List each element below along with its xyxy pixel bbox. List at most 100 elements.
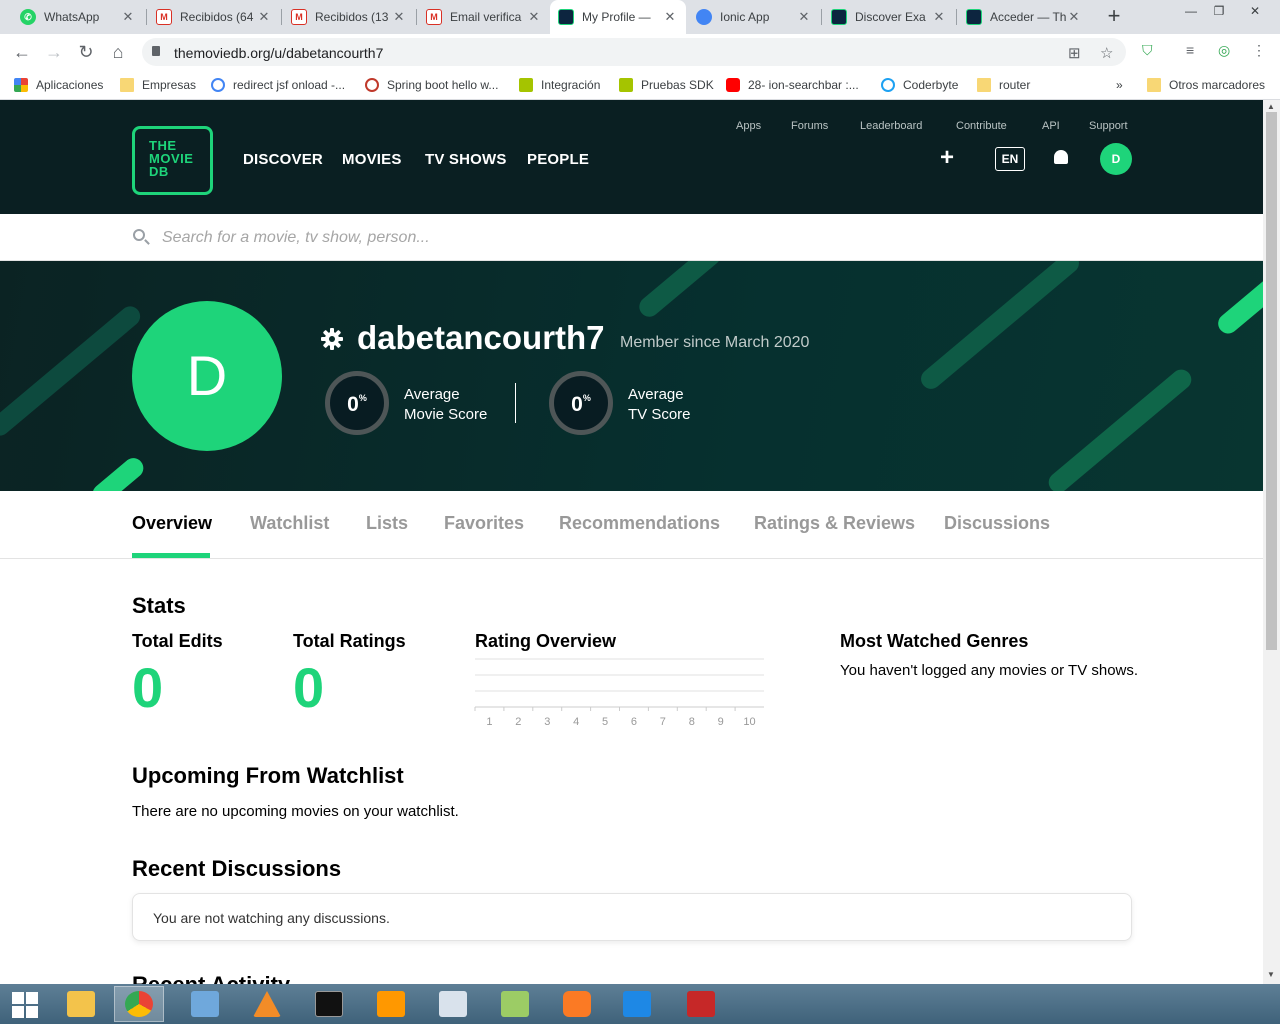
upcoming-heading: Upcoming From Watchlist	[132, 763, 404, 788]
sublime-text-icon[interactable]	[366, 986, 416, 1022]
browser-tab[interactable]: M Email verifica ✕	[418, 0, 550, 34]
bookmark-item[interactable]: Spring boot hello w...	[365, 76, 498, 94]
reload-icon[interactable]: ↻	[74, 40, 98, 64]
bookmark-label: Spring boot hello w...	[387, 78, 499, 92]
browser-tab[interactable]: M Recibidos (64 ✕	[148, 0, 280, 34]
tab-discussions[interactable]: Discussions	[944, 513, 1050, 534]
close-tab-icon[interactable]: ✕	[391, 9, 407, 25]
subnav-forums[interactable]: Forums	[791, 120, 828, 132]
tab-watchlist[interactable]: Watchlist	[250, 513, 329, 534]
bookmarks-overflow-button[interactable]: »	[1116, 76, 1123, 94]
shield-extension-icon[interactable]: ⛉	[1142, 42, 1153, 59]
control-panel-icon[interactable]	[180, 986, 230, 1022]
subnav-support[interactable]: Support	[1089, 120, 1128, 132]
minimize-icon[interactable]: —	[1176, 0, 1206, 28]
search-input[interactable]	[162, 227, 1062, 249]
bookmark-item[interactable]: Pruebas SDK	[619, 76, 714, 94]
subnav-api[interactable]: API	[1042, 120, 1060, 132]
browser-tab[interactable]: M Recibidos (13 ✕	[283, 0, 415, 34]
total-ratings-label: Total Ratings	[293, 631, 406, 651]
other-bookmarks[interactable]: Otros marcadores	[1147, 76, 1265, 94]
new-tab-icon[interactable]: +	[1102, 5, 1126, 29]
close-tab-icon[interactable]: ✕	[662, 9, 678, 25]
translate-icon[interactable]: ⊞	[1068, 44, 1081, 62]
browser-tab[interactable]: Discover Exa ✕	[823, 0, 955, 34]
discussions-heading: Recent Discussions	[132, 856, 342, 881]
bookmark-apps[interactable]: Aplicaciones	[14, 76, 103, 94]
page-scrollbar[interactable]: ▲ ▼	[1263, 100, 1280, 984]
bell-icon[interactable]	[1054, 150, 1068, 164]
search-icon	[133, 229, 145, 241]
udemy-icon	[619, 78, 633, 92]
url-text: themoviedb.org/u/dabetancourth7	[174, 45, 384, 61]
close-tab-icon[interactable]: ✕	[120, 9, 136, 25]
scroll-down-icon[interactable]: ▼	[1267, 970, 1275, 979]
close-tab-icon[interactable]: ✕	[526, 9, 542, 25]
bookmark-item[interactable]: Empresas	[120, 76, 196, 94]
language-button[interactable]: EN	[995, 147, 1025, 171]
subnav-apps[interactable]: Apps	[736, 120, 761, 132]
installer-icon[interactable]	[428, 986, 478, 1022]
close-window-icon[interactable]: ✕	[1240, 0, 1270, 28]
xampp-icon[interactable]	[552, 986, 602, 1022]
site-header: THE MOVIE DB DISCOVER MOVIES TV SHOWS PE…	[0, 100, 1263, 214]
tab-overview[interactable]: Overview	[132, 513, 212, 534]
user-avatar[interactable]: D	[1100, 143, 1132, 175]
total-edits-value: 0	[132, 656, 164, 719]
folder-icon	[1147, 78, 1161, 92]
folder-icon	[977, 78, 991, 92]
restore-icon[interactable]: ❐	[1204, 0, 1234, 28]
star-bookmark-icon[interactable]: ☆	[1100, 44, 1113, 62]
bookmark-site-icon	[365, 78, 379, 92]
vlc-icon[interactable]	[242, 986, 292, 1022]
bookmark-item[interactable]: Coderbyte	[881, 76, 958, 94]
back-arrow-icon[interactable]: ←	[10, 40, 34, 64]
subnav-contribute[interactable]: Contribute	[956, 120, 1007, 132]
tab-favorites[interactable]: Favorites	[444, 513, 524, 534]
browser-tab[interactable]: Ionic App ✕	[688, 0, 820, 34]
nav-tv-shows[interactable]: TV SHOWS	[425, 151, 507, 168]
home-icon[interactable]: ⌂	[106, 40, 130, 64]
scrollbar-thumb[interactable]	[1266, 112, 1277, 650]
tab-title: Email verifica	[450, 10, 522, 24]
notepadpp-icon[interactable]	[490, 986, 540, 1022]
bookmark-item[interactable]: router	[977, 76, 1030, 94]
tv-score-value: 0	[571, 393, 583, 416]
scroll-up-icon[interactable]: ▲	[1267, 102, 1275, 111]
media-controls-icon[interactable]: ≡	[1186, 42, 1194, 58]
tv-score-ring: 0%	[549, 371, 613, 435]
bookmark-item[interactable]: 28- ion-searchbar :...	[726, 76, 859, 94]
add-icon[interactable]: +	[940, 144, 954, 172]
close-tab-icon[interactable]: ✕	[931, 9, 947, 25]
tab-lists[interactable]: Lists	[366, 513, 408, 534]
bookmark-item[interactable]: Integración	[519, 76, 600, 94]
close-tab-icon[interactable]: ✕	[796, 9, 812, 25]
browser-tab[interactable]: ✆ WhatsApp ✕	[12, 0, 144, 34]
browser-tab-active[interactable]: My Profile — ✕	[550, 0, 686, 34]
tab-recommendations[interactable]: Recommendations	[559, 513, 720, 534]
menu-kebab-icon[interactable]: ⋮	[1252, 42, 1266, 59]
terminal-icon[interactable]	[304, 986, 354, 1022]
gear-icon[interactable]	[320, 327, 344, 351]
extension-icon[interactable]: ◎	[1218, 42, 1230, 59]
vscode-icon[interactable]	[612, 986, 662, 1022]
close-tab-icon[interactable]: ✕	[256, 9, 272, 25]
bookmark-item[interactable]: redirect jsf onload -...	[211, 76, 345, 94]
windows-taskbar	[0, 984, 1280, 1024]
nav-discover[interactable]: DISCOVER	[243, 151, 323, 168]
forward-arrow-icon[interactable]: →	[42, 40, 66, 64]
discussions-card: You are not watching any discussions.	[132, 893, 1132, 941]
nav-movies[interactable]: MOVIES	[342, 151, 402, 168]
nav-people[interactable]: PEOPLE	[527, 151, 589, 168]
file-explorer-icon[interactable]	[56, 986, 106, 1022]
chrome-icon[interactable]	[114, 986, 164, 1022]
decor-stripe	[635, 261, 725, 321]
acrobat-icon[interactable]	[676, 986, 726, 1022]
tmdb-logo[interactable]: THE MOVIE DB	[132, 126, 213, 195]
close-tab-icon[interactable]: ✕	[1066, 9, 1082, 25]
windows-start-icon[interactable]	[12, 992, 38, 1018]
tab-ratings-reviews[interactable]: Ratings & Reviews	[754, 513, 915, 534]
browser-tab[interactable]: Acceder — Th ✕	[958, 0, 1090, 34]
subnav-leaderboard[interactable]: Leaderboard	[860, 120, 922, 132]
address-bar[interactable]: themoviedb.org/u/dabetancourth7 ⊞ ☆	[142, 38, 1126, 66]
